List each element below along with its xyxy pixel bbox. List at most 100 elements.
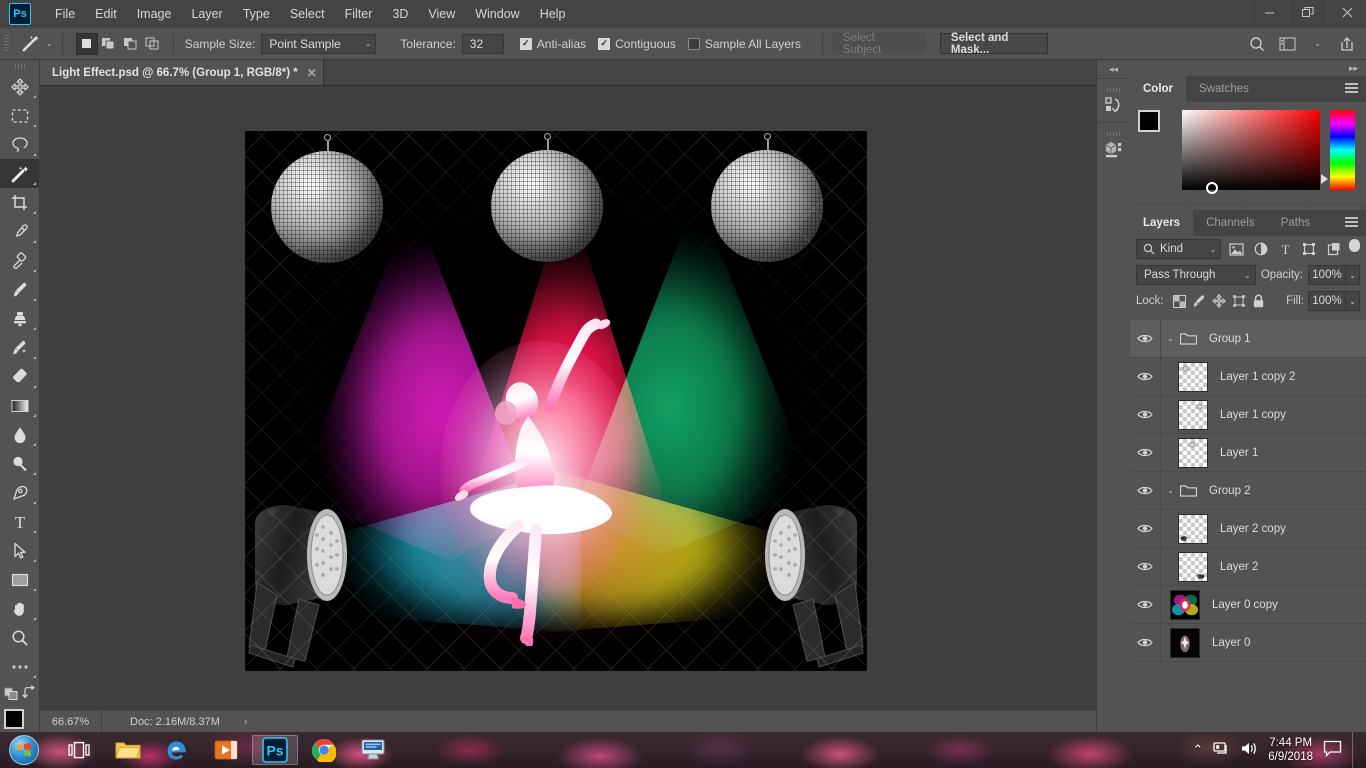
layer-row-layer-1-copy-2[interactable]: Layer 1 copy 2 — [1130, 358, 1366, 396]
tool-preset-chevron-icon[interactable]: ⌄ — [46, 39, 53, 48]
lock-artboard-icon[interactable] — [1231, 291, 1247, 311]
sample-size-select[interactable]: Point Sample ⌄ — [261, 34, 376, 54]
anti-alias-checkbox[interactable]: ✓ Anti-alias — [520, 37, 586, 51]
action-center-icon[interactable] — [1323, 740, 1342, 760]
brush-tool[interactable] — [0, 275, 39, 304]
lock-image-pixels-icon[interactable] — [1191, 291, 1207, 311]
blur-tool[interactable] — [0, 420, 39, 449]
search-icon[interactable] — [1244, 32, 1270, 56]
add-to-selection-button[interactable] — [98, 33, 120, 55]
menu-edit[interactable]: Edit — [85, 3, 127, 25]
close-button[interactable] — [1327, 0, 1366, 24]
start-button[interactable] — [4, 733, 44, 767]
select-subject-button[interactable]: Select Subject — [832, 33, 926, 54]
edit-toolbar-tool[interactable] — [0, 652, 39, 681]
document-tab-close-icon[interactable]: ✕ — [307, 66, 317, 80]
spot-healing-brush-tool[interactable] — [0, 246, 39, 275]
smart-object-filter-icon[interactable] — [1325, 239, 1343, 259]
color-panel-swatches[interactable] — [1138, 110, 1172, 144]
lock-all-icon[interactable] — [1250, 291, 1266, 311]
artboard[interactable] — [245, 131, 867, 671]
layer-row-layer-2[interactable]: Layer 2 — [1130, 548, 1366, 586]
tab-color[interactable]: Color — [1130, 76, 1186, 102]
collapse-panels-icon[interactable]: ◂◂ — [1097, 60, 1130, 78]
default-and-swap-colors[interactable] — [0, 681, 39, 705]
dock-expand-icon[interactable]: ▸▸ — [1130, 60, 1366, 76]
show-hidden-icons-chevron-icon[interactable]: ⌃ — [1192, 742, 1203, 758]
visibility-toggle-layer-1-copy[interactable] — [1130, 409, 1160, 420]
tab-channels[interactable]: Channels — [1193, 210, 1268, 236]
adjustment-filter-icon[interactable] — [1252, 239, 1270, 259]
tab-layers[interactable]: Layers — [1130, 210, 1193, 236]
blend-mode-select[interactable]: Pass Through ⌄ — [1136, 265, 1256, 285]
subtract-from-selection-button[interactable] — [120, 33, 142, 55]
workspace-chevron-down-icon[interactable]: ⌄ — [1304, 32, 1330, 56]
type-tool[interactable]: T — [0, 507, 39, 536]
dodge-tool[interactable] — [0, 449, 39, 478]
magic-wand-tool-icon[interactable] — [15, 32, 45, 56]
show-desktop-button[interactable] — [1352, 732, 1362, 768]
lock-transparent-pixels-icon[interactable] — [1172, 291, 1188, 311]
clone-stamp-tool[interactable] — [0, 304, 39, 333]
status-menu-arrow-icon[interactable]: › — [244, 716, 248, 728]
tolerance-input[interactable]: 32 — [462, 34, 504, 54]
layer-list[interactable]: ⌄ Group 1 Layer 1 copy 2 — [1130, 320, 1366, 712]
layers-panel-menu-icon[interactable] — [1345, 217, 1358, 228]
visibility-toggle-group-1[interactable] — [1130, 333, 1160, 344]
hand-tool[interactable] — [0, 594, 39, 623]
visibility-toggle-layer-2[interactable] — [1130, 561, 1160, 572]
restore-button[interactable] — [1288, 0, 1327, 24]
workspace-switcher-icon[interactable] — [1274, 32, 1300, 56]
chrome-browser-icon[interactable] — [301, 735, 347, 765]
menu-filter[interactable]: Filter — [335, 3, 383, 25]
menu-window[interactable]: Window — [465, 3, 529, 25]
history-panel-icon[interactable] — [1097, 78, 1130, 122]
group-1-expand-chevron-icon[interactable]: ⌄ — [1164, 334, 1177, 343]
media-player-icon[interactable] — [203, 735, 249, 765]
eyedropper-tool[interactable] — [0, 217, 39, 246]
minimize-button[interactable] — [1249, 0, 1288, 24]
remote-desktop-icon[interactable] — [350, 735, 396, 765]
hue-slider[interactable] — [1330, 110, 1355, 190]
visibility-toggle-layer-2-copy[interactable] — [1130, 523, 1160, 534]
menu-3d[interactable]: 3D — [382, 3, 418, 25]
fill-stepper-icon[interactable]: ⌄ — [1346, 291, 1360, 311]
opacity-input[interactable]: 100% — [1308, 265, 1346, 285]
file-explorer-icon[interactable] — [105, 735, 151, 765]
taskbar-clock[interactable]: 7:44 PM 6/9/2018 — [1268, 736, 1313, 764]
visibility-toggle-group-2[interactable] — [1130, 485, 1160, 496]
options-bar-grip[interactable] — [4, 35, 9, 53]
contiguous-checkbox[interactable]: ✓ Contiguous — [598, 37, 676, 51]
visibility-toggle-layer-1-copy-2[interactable] — [1130, 371, 1160, 382]
layer-row-layer-1-copy[interactable]: Layer 1 copy — [1130, 396, 1366, 434]
filter-kind-select[interactable]: Kind ⌄ — [1136, 239, 1221, 259]
history-brush-tool[interactable] — [0, 333, 39, 362]
crop-tool[interactable] — [0, 188, 39, 217]
tab-paths[interactable]: Paths — [1268, 210, 1323, 236]
layer-row-group-2[interactable]: ⌄ Group 2 — [1130, 472, 1366, 510]
tab-swatches[interactable]: Swatches — [1186, 76, 1262, 102]
photoshop-taskbar-icon[interactable]: Ps — [252, 735, 298, 765]
visibility-toggle-layer-0[interactable] — [1130, 637, 1160, 648]
lock-position-icon[interactable] — [1211, 291, 1227, 311]
volume-icon[interactable] — [1240, 741, 1258, 759]
zoom-level-field[interactable]: 66.67% — [40, 711, 102, 733]
new-selection-button[interactable] — [76, 33, 98, 55]
eraser-tool[interactable] — [0, 362, 39, 391]
3d-panel-icon[interactable] — [1097, 122, 1130, 166]
layer-row-layer-1[interactable]: Layer 1 — [1130, 434, 1366, 472]
shape-filter-icon[interactable] — [1300, 239, 1318, 259]
menu-view[interactable]: View — [418, 3, 465, 25]
layer-row-layer-0[interactable]: Layer 0 — [1130, 624, 1366, 662]
pen-tool[interactable] — [0, 478, 39, 507]
type-filter-icon[interactable]: T — [1276, 239, 1294, 259]
document-canvas-area[interactable] — [40, 86, 1110, 710]
color-panel-menu-icon[interactable] — [1345, 83, 1358, 94]
share-icon[interactable] — [1334, 32, 1360, 56]
intersect-selection-button[interactable] — [142, 33, 164, 55]
foreground-color-swatch[interactable] — [4, 709, 24, 729]
visibility-toggle-layer-1[interactable] — [1130, 447, 1160, 458]
filter-enable-toggle[interactable] — [1349, 239, 1360, 259]
layer-row-layer-0-copy[interactable]: Layer 0 copy — [1130, 586, 1366, 624]
color-panel-foreground-swatch[interactable] — [1138, 110, 1160, 132]
